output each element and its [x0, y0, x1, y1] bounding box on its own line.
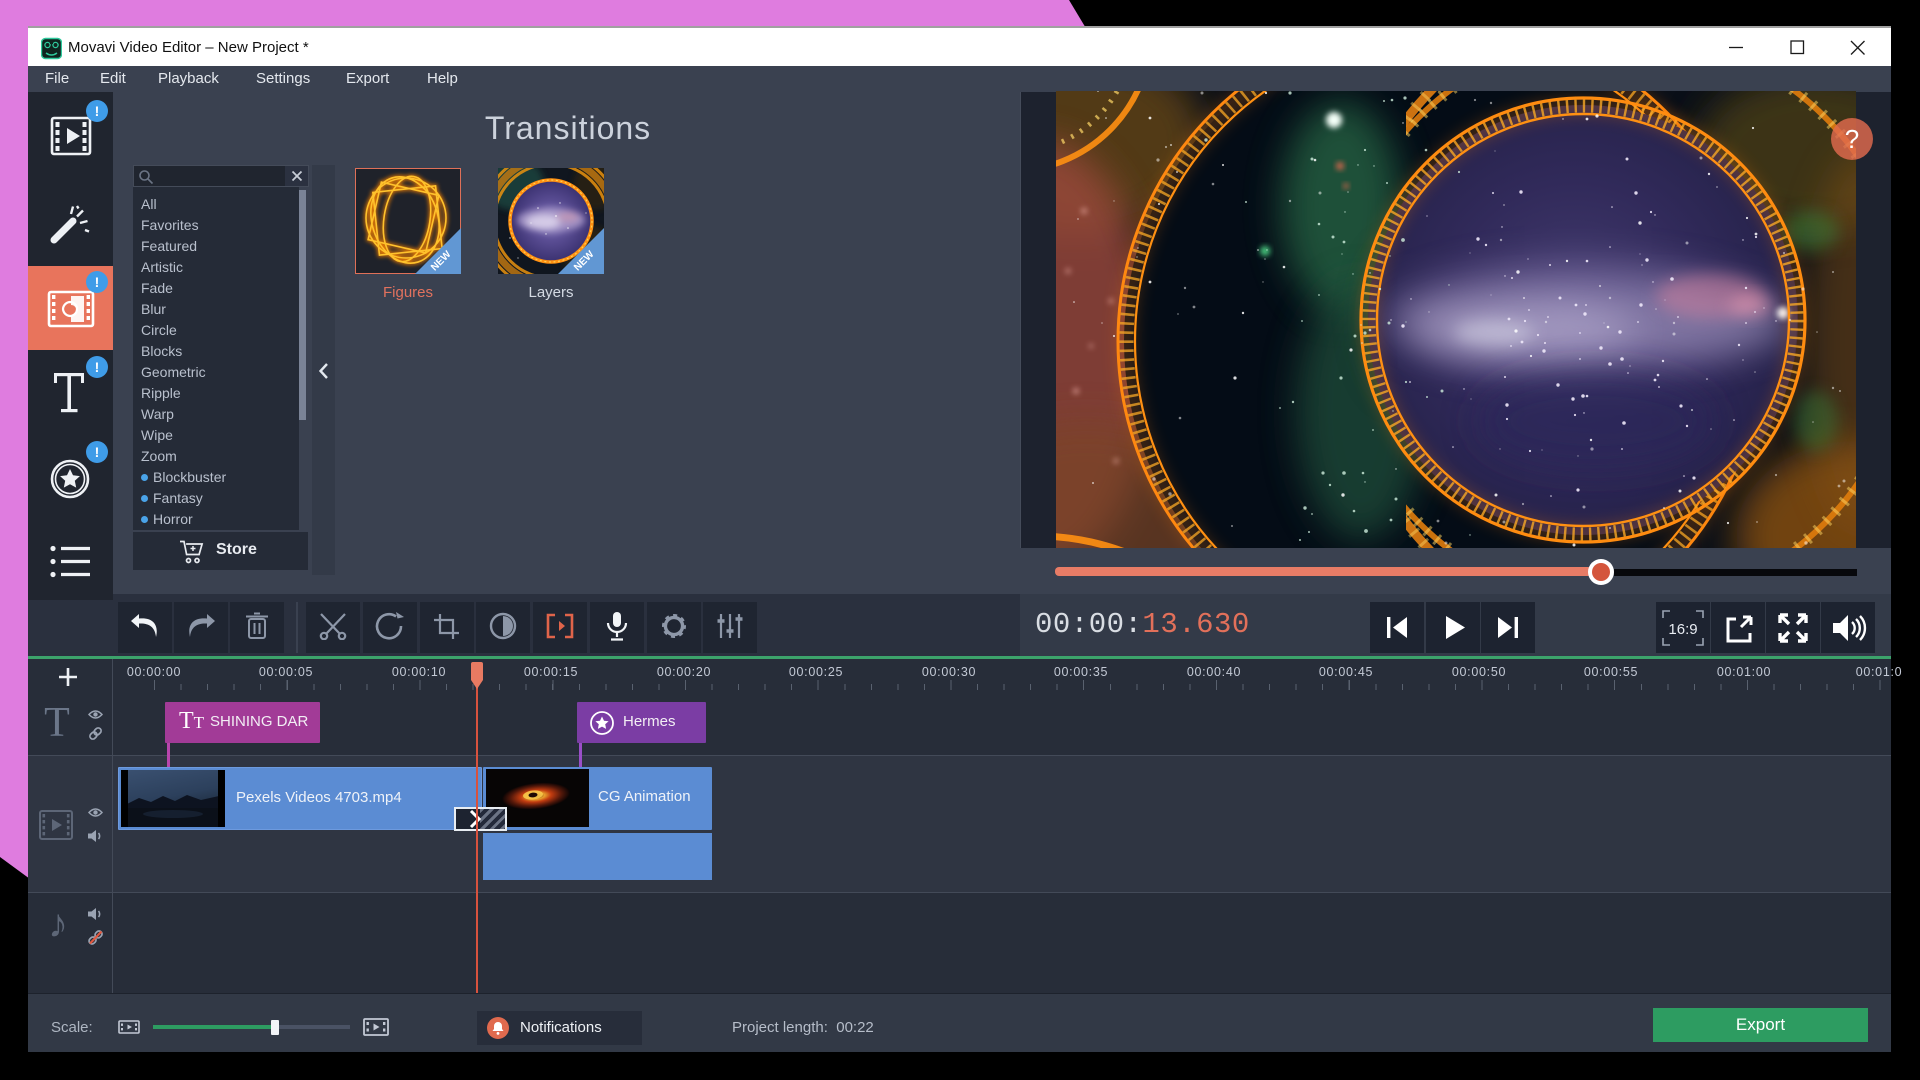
- svg-text:16:9: 16:9: [1668, 621, 1697, 638]
